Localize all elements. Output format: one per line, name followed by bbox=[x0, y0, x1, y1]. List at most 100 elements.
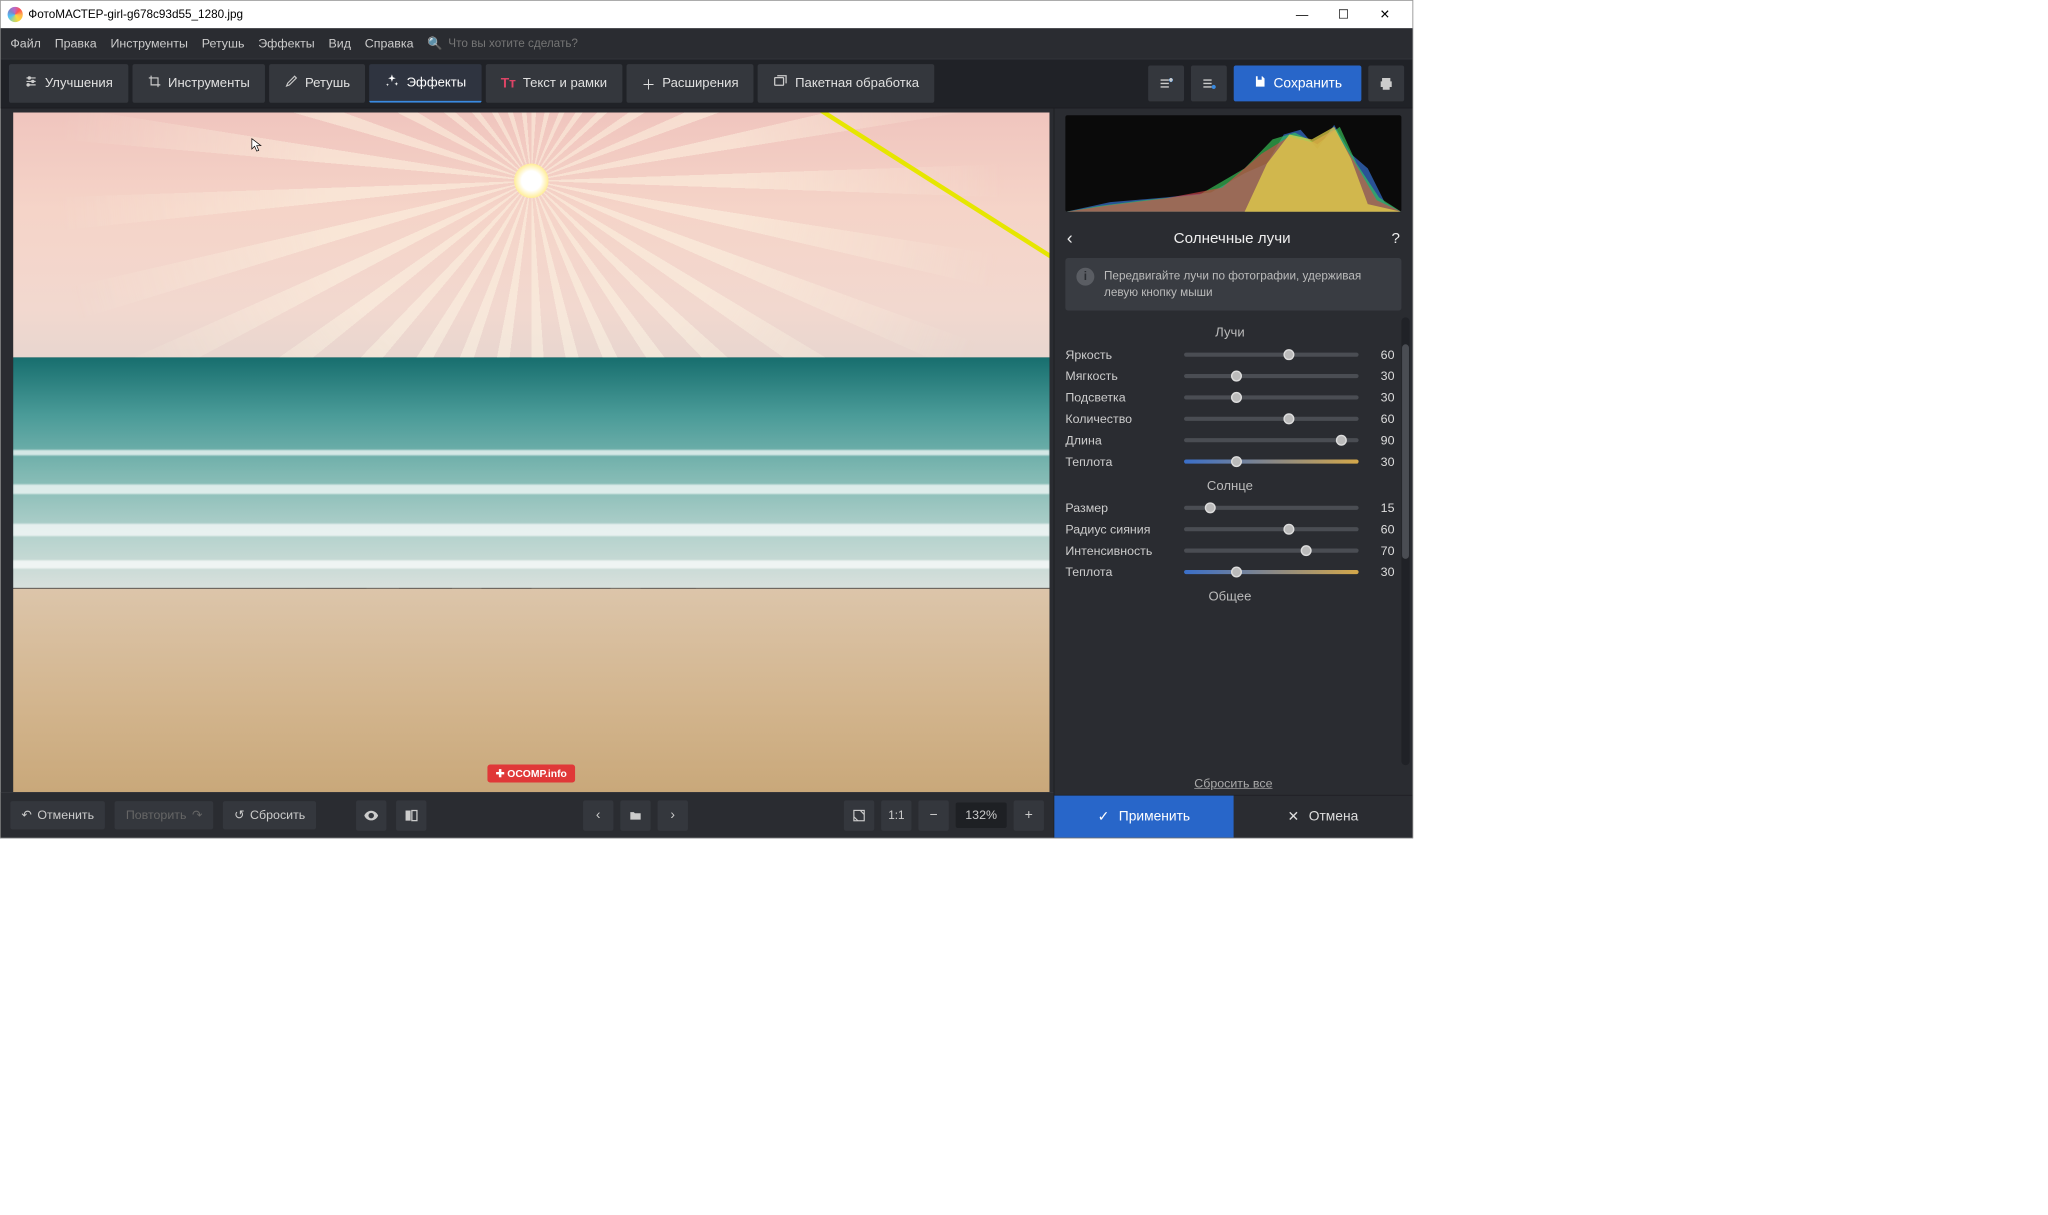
cursor-icon bbox=[251, 138, 262, 153]
save-button[interactable]: Сохранить bbox=[1233, 66, 1361, 102]
menu-view[interactable]: Вид bbox=[328, 36, 350, 50]
slider-label: Теплота bbox=[1065, 565, 1175, 579]
slider-value: 30 bbox=[1367, 369, 1395, 383]
cancel-button[interactable]: ✕ Отмена bbox=[1233, 796, 1412, 838]
zoom-in-button[interactable]: + bbox=[1014, 800, 1044, 830]
scrollbar[interactable] bbox=[1401, 317, 1409, 765]
zoom-value[interactable]: 132% bbox=[956, 802, 1007, 828]
slider-value: 60 bbox=[1367, 347, 1395, 361]
search-icon: 🔍 bbox=[427, 36, 442, 50]
print-button[interactable] bbox=[1368, 66, 1404, 102]
slider-value: 90 bbox=[1367, 433, 1395, 447]
prev-image-button[interactable]: ‹ bbox=[583, 800, 613, 830]
slider-track[interactable] bbox=[1184, 506, 1359, 510]
slider-track[interactable] bbox=[1184, 417, 1359, 421]
slider-track[interactable] bbox=[1184, 527, 1359, 531]
slider-label: Мягкость bbox=[1065, 369, 1175, 383]
menu-effects[interactable]: Эффекты bbox=[258, 36, 314, 50]
section-general: Общее bbox=[1065, 589, 1394, 604]
panel-title: Солнечные лучи bbox=[1073, 229, 1392, 247]
help-button[interactable]: ? bbox=[1392, 229, 1400, 247]
settings-history-icon[interactable] bbox=[1191, 66, 1227, 102]
maximize-button[interactable]: ☐ bbox=[1323, 1, 1364, 29]
minimize-button[interactable]: — bbox=[1281, 1, 1322, 29]
slider-value: 60 bbox=[1367, 412, 1395, 426]
slider-track[interactable] bbox=[1184, 549, 1359, 553]
slider-row: Теплота30 bbox=[1065, 565, 1394, 579]
slider-track[interactable] bbox=[1184, 395, 1359, 399]
redo-icon: ↷ bbox=[192, 808, 202, 822]
redo-button[interactable]: Повторить ↷ bbox=[115, 801, 214, 829]
redo-label: Повторить bbox=[126, 808, 187, 822]
canvas[interactable]: ✚ OCOMP.info bbox=[13, 112, 1049, 792]
zoom-out-button[interactable]: − bbox=[918, 800, 948, 830]
title-bar: ФотоМАСТЕР - girl-g678c93d55_1280.jpg — … bbox=[1, 1, 1413, 29]
slider-thumb[interactable] bbox=[1231, 456, 1242, 467]
slider-row: Теплота30 bbox=[1065, 454, 1394, 468]
slider-row: Подсветка30 bbox=[1065, 390, 1394, 404]
slider-label: Подсветка bbox=[1065, 390, 1175, 404]
slider-row: Мягкость 30 bbox=[1065, 369, 1394, 383]
tab-effects[interactable]: Эффекты bbox=[369, 64, 481, 103]
slider-thumb[interactable] bbox=[1283, 524, 1294, 535]
next-image-button[interactable]: › bbox=[657, 800, 687, 830]
fit-screen-button[interactable] bbox=[844, 800, 874, 830]
preview-button[interactable] bbox=[356, 800, 386, 830]
crop-icon bbox=[147, 75, 161, 93]
slider-label: Теплота bbox=[1065, 454, 1175, 468]
slider-track[interactable] bbox=[1184, 353, 1359, 357]
tab-retouch[interactable]: Ретушь bbox=[269, 64, 365, 103]
menu-retouch[interactable]: Ретушь bbox=[202, 36, 245, 50]
menu-file[interactable]: Файл bbox=[10, 36, 41, 50]
photo-preview: ✚ OCOMP.info bbox=[13, 112, 1049, 792]
info-icon: i bbox=[1076, 268, 1094, 286]
menu-edit[interactable]: Правка bbox=[55, 36, 97, 50]
app-name: ФотоМАСТЕР bbox=[28, 8, 103, 22]
compare-button[interactable] bbox=[396, 800, 426, 830]
section-rays: Лучи bbox=[1065, 325, 1394, 340]
slider-thumb[interactable] bbox=[1283, 413, 1294, 424]
tab-enhancements[interactable]: Улучшения bbox=[9, 64, 128, 103]
tab-label: Улучшения bbox=[45, 76, 113, 91]
apply-button[interactable]: ✓ Применить bbox=[1054, 796, 1233, 838]
actual-size-button[interactable]: 1:1 bbox=[881, 800, 911, 830]
slider-thumb[interactable] bbox=[1231, 567, 1242, 578]
slider-row: Интенсивность70 bbox=[1065, 543, 1394, 557]
tab-batch[interactable]: Пакетная обработка bbox=[758, 64, 934, 103]
check-icon: ✓ bbox=[1098, 808, 1110, 825]
close-button[interactable]: ✕ bbox=[1364, 1, 1405, 29]
slider-thumb[interactable] bbox=[1231, 392, 1242, 403]
slider-thumb[interactable] bbox=[1336, 435, 1347, 446]
slider-row: Радиус сияния60 bbox=[1065, 522, 1394, 536]
section-sun: Солнце bbox=[1065, 479, 1394, 494]
tab-tools[interactable]: Инструменты bbox=[132, 64, 265, 103]
slider-track[interactable] bbox=[1184, 438, 1359, 442]
settings-add-icon[interactable]: + bbox=[1148, 66, 1184, 102]
slider-thumb[interactable] bbox=[1283, 349, 1294, 360]
tab-extensions[interactable]: ＋Расширения bbox=[626, 64, 753, 103]
slider-thumb[interactable] bbox=[1231, 371, 1242, 382]
reset-all-link[interactable]: Сбросить все bbox=[1054, 776, 1412, 790]
bottom-bar: ↶Отменить Повторить ↷ ↺Сбросить ‹ › bbox=[1, 792, 1054, 838]
slider-thumb[interactable] bbox=[1301, 545, 1312, 556]
search-input[interactable] bbox=[448, 37, 641, 51]
slider-track[interactable] bbox=[1184, 374, 1359, 378]
toolbar: Улучшения Инструменты Ретушь Эффекты TᴛТ… bbox=[1, 59, 1413, 109]
slider-thumb[interactable] bbox=[1205, 502, 1216, 513]
slider-track[interactable] bbox=[1184, 460, 1359, 464]
menu-help[interactable]: Справка bbox=[365, 36, 414, 50]
app-icon bbox=[8, 7, 23, 22]
reset-button[interactable]: ↺Сбросить bbox=[223, 801, 316, 829]
slider-track[interactable] bbox=[1184, 570, 1359, 574]
menu-tools[interactable]: Инструменты bbox=[110, 36, 187, 50]
undo-button[interactable]: ↶Отменить bbox=[10, 801, 105, 829]
slider-row: Размер15 bbox=[1065, 501, 1394, 515]
tab-label: Текст и рамки bbox=[523, 76, 607, 91]
open-folder-button[interactable] bbox=[620, 800, 650, 830]
tab-text-frames[interactable]: TᴛТекст и рамки bbox=[486, 64, 623, 103]
slider-label: Количество bbox=[1065, 412, 1175, 426]
undo-icon: ↶ bbox=[21, 808, 31, 822]
reset-label: Сбросить bbox=[250, 808, 305, 822]
slider-value: 60 bbox=[1367, 522, 1395, 536]
histogram bbox=[1065, 115, 1401, 212]
